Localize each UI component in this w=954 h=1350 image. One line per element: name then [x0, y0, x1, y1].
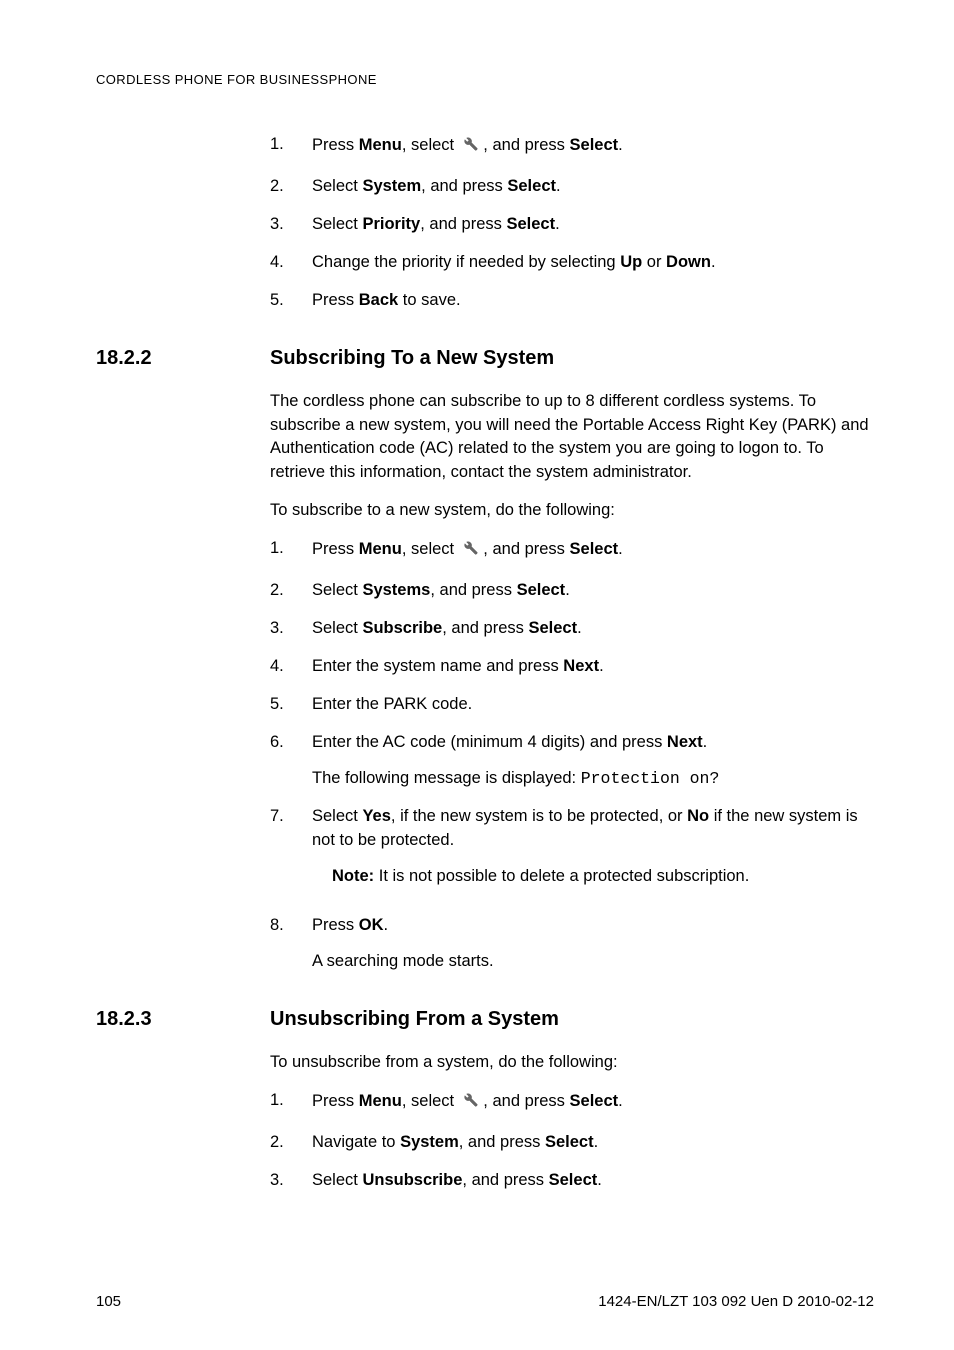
- list-number: 4.: [270, 251, 312, 275]
- list-number: 1.: [270, 537, 312, 565]
- section-heading: 18.2.3 Unsubscribing From a System: [96, 1008, 874, 1031]
- list-item: 3.Select Priority, and press Select.: [270, 213, 870, 237]
- page-footer: 105 1424-EN/LZT 103 092 Uen D 2010-02-12: [96, 1293, 874, 1310]
- settings-wrench-icon: [459, 1089, 479, 1117]
- list-number: 1.: [270, 133, 312, 161]
- section-number: 18.2.3: [96, 1008, 270, 1031]
- settings-wrench-icon: [459, 133, 479, 161]
- list-number: 5.: [270, 693, 312, 717]
- list-item: 2.Select Systems, and press Select.: [270, 579, 870, 603]
- list-item: 1.Press Menu, select , and press Select.: [270, 133, 870, 161]
- list-number: 8.: [270, 914, 312, 974]
- list-item: 5.Enter the PARK code.: [270, 693, 870, 717]
- list-item: 1.Press Menu, select , and press Select.: [270, 1089, 870, 1117]
- list-item: 1.Press Menu, select , and press Select.: [270, 537, 870, 565]
- list-item: 4.Enter the system name and press Next.: [270, 655, 870, 679]
- list-item: 2.Navigate to System, and press Select.: [270, 1131, 870, 1155]
- priority-steps-list: 1.Press Menu, select , and press Select.…: [270, 133, 870, 313]
- doc-id: 1424-EN/LZT 103 092 Uen D 2010-02-12: [598, 1293, 874, 1310]
- list-item: 7.Select Yes, if the new system is to be…: [270, 805, 870, 901]
- list-number: 2.: [270, 579, 312, 603]
- list-number: 6.: [270, 731, 312, 791]
- unsubscribe-steps-list: 1.Press Menu, select , and press Select.…: [270, 1089, 870, 1193]
- list-item: 8.Press OK.A searching mode starts.: [270, 914, 870, 974]
- list-item: 5.Press Back to save.: [270, 289, 870, 313]
- section-intro: The cordless phone can subscribe to up t…: [270, 390, 870, 486]
- list-number: 3.: [270, 1169, 312, 1193]
- list-number: 5.: [270, 289, 312, 313]
- subscribe-steps-list: 1.Press Menu, select , and press Select.…: [270, 537, 870, 974]
- list-number: 7.: [270, 805, 312, 901]
- list-number: 3.: [270, 213, 312, 237]
- list-number: 1.: [270, 1089, 312, 1117]
- section-title: Unsubscribing From a System: [270, 1008, 559, 1031]
- list-item: 2.Select System, and press Select.: [270, 175, 870, 199]
- page-number: 105: [96, 1293, 121, 1310]
- list-number: 2.: [270, 1131, 312, 1155]
- section-lead: To subscribe to a new system, do the fol…: [270, 499, 870, 523]
- list-item: 3.Select Unsubscribe, and press Select.: [270, 1169, 870, 1193]
- list-number: 3.: [270, 617, 312, 641]
- section-title: Subscribing To a New System: [270, 347, 554, 370]
- section-lead: To unsubscribe from a system, do the fol…: [270, 1051, 870, 1075]
- settings-wrench-icon: [459, 537, 479, 565]
- list-number: 2.: [270, 175, 312, 199]
- section-heading: 18.2.2 Subscribing To a New System: [96, 347, 874, 370]
- page-header: CORDLESS PHONE FOR BUSINESSPHONE: [96, 72, 874, 87]
- list-item: 3.Select Subscribe, and press Select.: [270, 617, 870, 641]
- list-number: 4.: [270, 655, 312, 679]
- list-item: 4.Change the priority if needed by selec…: [270, 251, 870, 275]
- section-number: 18.2.2: [96, 347, 270, 370]
- list-item: 6.Enter the AC code (minimum 4 digits) a…: [270, 731, 870, 791]
